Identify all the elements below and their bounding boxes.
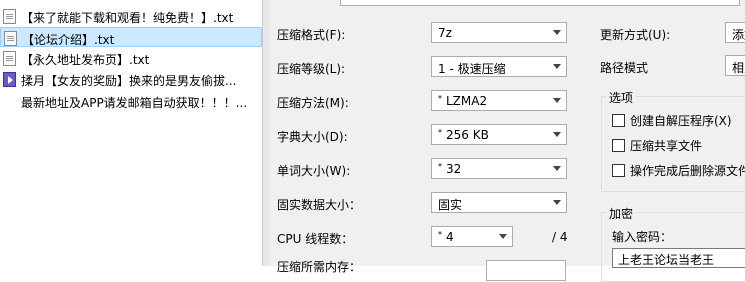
password-label: 输入密码：: [612, 230, 673, 244]
compress-shared-label: 压缩共享文件: [630, 139, 703, 153]
text-file-icon: [3, 51, 16, 66]
word-size-value-wrap: * 32: [438, 162, 461, 176]
cpu-threads-select[interactable]: * 4: [431, 226, 513, 247]
dictionary-size-value-wrap: * 256 KB: [438, 128, 489, 142]
chevron-down-icon: [553, 64, 561, 69]
compression-format-label: 压缩格式(F):: [277, 28, 346, 42]
path-mode-value: 相对: [732, 61, 745, 75]
solid-block-select[interactable]: 固实: [431, 192, 567, 213]
dictionary-size-label: 字典大小(D):: [277, 130, 348, 144]
solid-block-label: 固实数据大小：: [277, 198, 362, 212]
chevron-down-icon: [499, 234, 507, 239]
chevron-down-icon: [553, 132, 561, 137]
file-list: 【来了就能下载和观看！纯免费！】.txt 【论坛介绍】.txt 【永久地址发布页…: [0, 0, 262, 266]
archive-path-value: 7375781457385522572: [347, 0, 499, 3]
default-marker: *: [438, 162, 442, 171]
cpu-threads-label: CPU 线程数：: [277, 232, 354, 246]
memory-usage-field: [486, 260, 566, 281]
file-name: 最新地址及APP请发邮箱自动获取！！！...: [21, 96, 248, 110]
default-marker: *: [438, 94, 442, 103]
archive-dialog: 7375781457385522572 压缩格式(F): 压缩等级(L): 压缩…: [270, 0, 745, 282]
dictionary-size-value: 256 KB: [446, 128, 489, 142]
create-sfx-label: 创建自解压程序(X): [630, 114, 732, 128]
delete-after-checkbox[interactable]: [612, 164, 625, 177]
text-file-icon: [4, 31, 17, 46]
word-size-label: 单词大小(W):: [277, 164, 351, 178]
dictionary-size-select[interactable]: * 256 KB: [431, 124, 567, 145]
default-marker: *: [438, 230, 442, 239]
update-mode-value: 添加: [732, 28, 745, 42]
file-name: 揉月【女友的奖励】换来的是男友偷拔...: [21, 74, 237, 88]
file-row-5[interactable]: 最新地址及APP请发邮箱自动获取！！！...: [0, 91, 262, 111]
file-name: 【论坛介绍】.txt: [22, 33, 115, 47]
encryption-group-title: 加密: [606, 205, 637, 222]
create-sfx-checkbox[interactable]: [612, 114, 625, 127]
archive-path-field[interactable]: 7375781457385522572: [340, 0, 740, 6]
compression-method-value-wrap: * LZMA2: [438, 94, 487, 108]
file-name: 【来了就能下载和观看！纯免费！】.txt: [21, 11, 234, 25]
memory-usage-label: 压缩所需内存：: [277, 260, 362, 274]
solid-block-value: 固实: [438, 198, 463, 212]
password-value: 上老王论坛当老王: [618, 253, 715, 267]
compression-level-select[interactable]: 1 - 极速压缩: [431, 56, 567, 77]
path-mode-label: 路径模式: [600, 61, 649, 75]
compression-level-value: 1 - 极速压缩: [438, 62, 506, 76]
compress-shared-checkbox[interactable]: [612, 139, 625, 152]
update-mode-label: 更新方式(U):: [600, 28, 671, 42]
pane-divider[interactable]: [262, 0, 270, 266]
options-group-title: 选项: [606, 89, 637, 106]
chevron-down-icon: [553, 200, 561, 205]
cpu-threads-total: / 4: [552, 230, 568, 244]
cpu-threads-value-wrap: * 4: [438, 230, 454, 244]
chevron-down-icon: [553, 98, 561, 103]
file-row-1[interactable]: 【来了就能下载和观看！纯免费！】.txt: [0, 6, 262, 26]
delete-after-label: 操作完成后删除源文件: [630, 164, 745, 178]
compression-method-value: LZMA2: [446, 94, 488, 108]
chevron-down-icon: [553, 166, 561, 171]
compression-format-select[interactable]: 7z: [431, 22, 567, 43]
update-mode-select[interactable]: 添加: [725, 22, 745, 43]
chevron-down-icon: [553, 30, 561, 35]
word-size-select[interactable]: * 32: [431, 158, 567, 179]
encryption-group: 加密 输入密码： 上老王论坛当老王: [601, 205, 745, 282]
file-row-4[interactable]: 揉月【女友的奖励】换来的是男友偷拔...: [0, 69, 262, 89]
file-row-3[interactable]: 【永久地址发布页】.txt: [0, 48, 262, 68]
word-size-value: 32: [446, 162, 462, 176]
compression-format-value: 7z: [438, 26, 452, 40]
password-input[interactable]: 上老王论坛当老王: [612, 248, 745, 268]
file-name: 【永久地址发布页】.txt: [21, 53, 150, 67]
compression-method-select[interactable]: * LZMA2: [431, 90, 567, 111]
file-row-2[interactable]: 【论坛介绍】.txt: [0, 27, 262, 47]
cpu-threads-value: 4: [446, 230, 454, 244]
path-mode-select[interactable]: 相对: [725, 55, 745, 76]
video-file-icon: [3, 72, 16, 87]
compression-method-label: 压缩方法(M):: [277, 96, 349, 110]
compression-level-label: 压缩等级(L):: [277, 62, 346, 76]
options-group: 选项 创建自解压程序(X) 压缩共享文件 操作完成后删除源文件: [601, 89, 745, 192]
text-file-icon: [3, 9, 16, 24]
default-marker: *: [438, 128, 442, 137]
